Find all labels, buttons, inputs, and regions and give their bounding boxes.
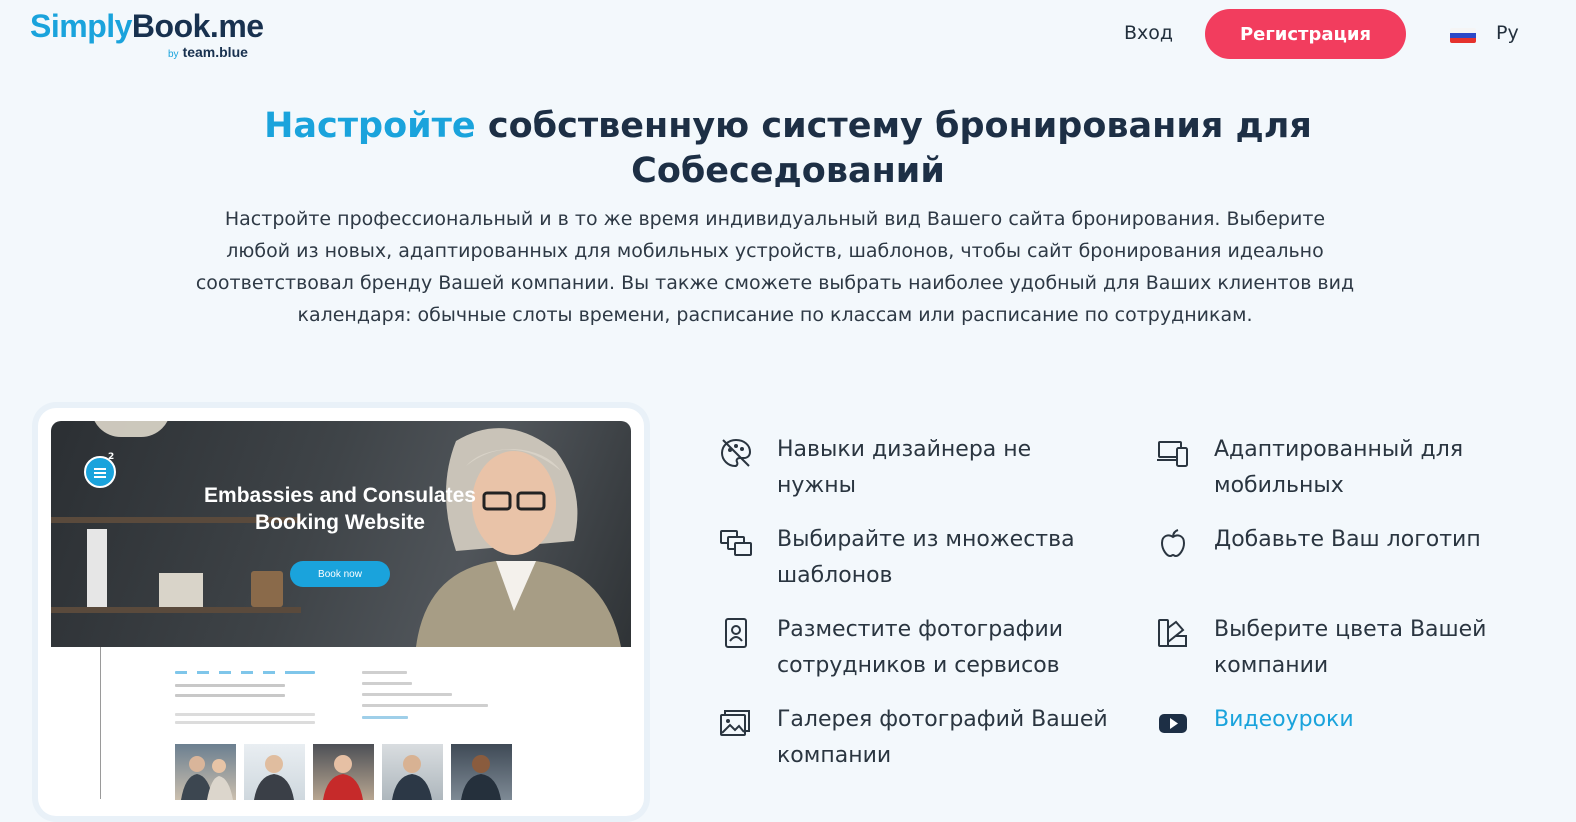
feature-label-line: компании — [1214, 653, 1329, 678]
russia-flag-icon[interactable] — [1450, 28, 1476, 43]
logo-brand: team.blue — [182, 44, 248, 60]
preview-menu-badge: 2 — [108, 452, 115, 462]
preview-site-title: Embassies and Consulates Booking Website — [204, 484, 476, 534]
feature-label-line: Добавьте Ваш логотип — [1214, 527, 1481, 552]
language-selector[interactable]: Ру — [1496, 22, 1519, 44]
feature-label-line: Галерея фотографий Вашей — [777, 707, 1108, 732]
preview-text-line — [175, 713, 315, 716]
feature-label-line: Выберите цвета Вашей — [1214, 617, 1487, 642]
feature-photo-gallery: Галерея фотографий Вашей компании — [719, 702, 1119, 778]
feature-label-line: Адаптированный для — [1214, 437, 1464, 462]
book-shape — [87, 529, 107, 607]
signup-button[interactable]: Регистрация — [1205, 9, 1406, 59]
feature-templates: Выбирайте из множества шаблонов — [719, 522, 1119, 598]
book-stack-shape — [159, 573, 203, 607]
page-title-rest: собственную систему бронирования для Соб… — [475, 106, 1312, 191]
staff-photo-thumbnail — [382, 744, 443, 800]
video-tutorials-link[interactable]: Видеоуроки — [1214, 702, 1354, 738]
feature-label-line: шаблонов — [777, 563, 893, 588]
simplybook-logo[interactable]: SimplyBook.me by team.blue — [30, 8, 270, 64]
palette-crossed-icon — [720, 438, 752, 468]
preview-contact-line — [362, 704, 488, 707]
templates-icon — [720, 530, 752, 556]
site-header: SimplyBook.me by team.blue Вход Регистрац… — [0, 0, 1576, 70]
color-swatches-icon — [1158, 619, 1187, 647]
page-title-accent: Настройте — [264, 106, 476, 146]
page-description: Настройте профессиональный и в то же вре… — [195, 208, 1355, 326]
staff-photo-thumbnail — [244, 744, 305, 800]
devices-icon — [1157, 441, 1188, 467]
logo-by: by — [168, 49, 179, 60]
logo-text-simply: Simply — [30, 8, 132, 44]
preview-schedule-row — [175, 684, 285, 687]
feature-staff-photos: Разместите фотографии сотрудников и серв… — [719, 612, 1119, 688]
preview-social-icons — [362, 716, 408, 719]
youtube-icon[interactable] — [1156, 706, 1190, 740]
feature-label-line: Навыки дизайнера не — [777, 437, 1032, 462]
feature-label-line: сотрудников и сервисов — [777, 653, 1060, 678]
preview-text-line — [175, 721, 315, 724]
preview-schedule-header — [175, 671, 315, 674]
preview-book-now-button: Book now — [290, 561, 390, 587]
preview-contact-line — [362, 693, 452, 696]
lamp-shape — [91, 421, 171, 437]
feature-brand-colors: Выберите цвета Вашей компании — [1156, 612, 1556, 688]
logo-subtitle: by team.blue — [168, 44, 248, 60]
preview-contact-line — [362, 682, 412, 685]
feature-label-line: мобильных — [1214, 473, 1344, 498]
feature-label-line: компании — [777, 743, 892, 768]
staff-photo-thumbnail — [313, 744, 374, 800]
login-link[interactable]: Вход — [1124, 22, 1173, 44]
page-title: Настройте собственную систему бронирован… — [200, 104, 1376, 194]
preview-contact-line — [362, 671, 407, 674]
staff-photo-thumbnail — [175, 744, 236, 800]
feature-video-tutorials[interactable]: Видеоуроки — [1156, 702, 1556, 742]
preview-divider — [100, 647, 101, 799]
feature-label-line: Разместите фотографии — [777, 617, 1064, 642]
feature-no-design-skills: Навыки дизайнера не нужны — [719, 432, 1119, 508]
feature-logo: Добавьте Ваш логотип — [1156, 522, 1556, 562]
gallery-icon — [720, 710, 750, 736]
preview-schedule-row — [175, 694, 285, 697]
apple-logo-icon — [1160, 529, 1186, 558]
box-shape — [251, 571, 283, 607]
logo-text-book: Book.me — [131, 8, 264, 44]
feature-label-line: Выбирайте из множества — [777, 527, 1075, 552]
shelf-shape — [51, 607, 301, 613]
feature-mobile-adapted: Адаптированный для мобильных — [1156, 432, 1556, 508]
feature-label-line: нужны — [777, 473, 856, 498]
badge-photo-icon — [725, 618, 747, 648]
staff-photo-thumbnail — [451, 744, 512, 800]
